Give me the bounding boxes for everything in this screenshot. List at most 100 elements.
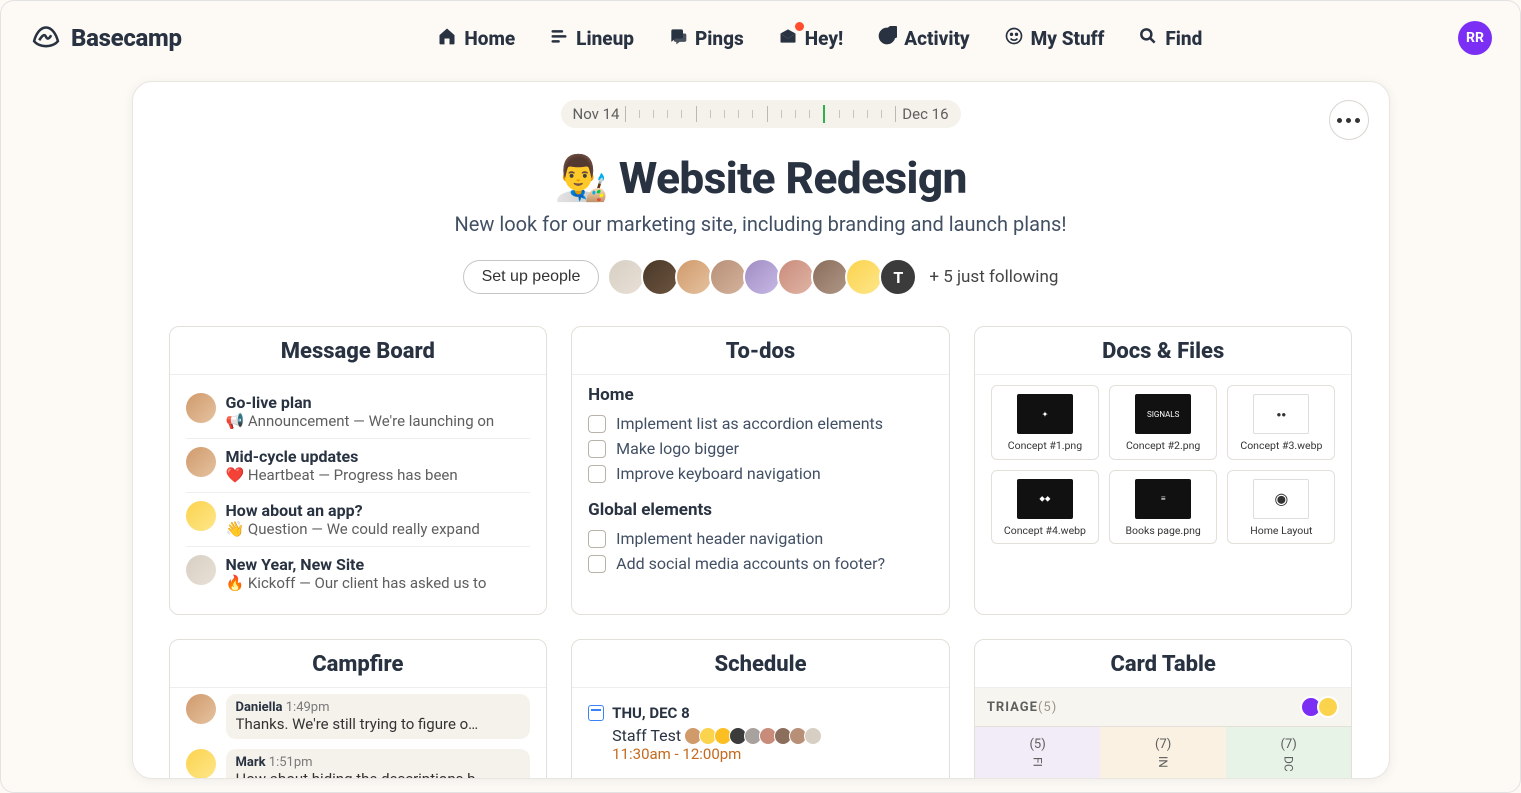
todo-item[interactable]: Implement header navigation bbox=[588, 526, 933, 551]
checkbox-icon[interactable] bbox=[588, 415, 606, 433]
checkbox-icon[interactable] bbox=[588, 555, 606, 573]
schedule-date: THU, DEC 8 bbox=[588, 704, 933, 722]
chat-message[interactable]: Mark 1:51pm How about hiding the descrip… bbox=[186, 749, 531, 779]
message-subtitle: 🔥 Kickoff — Our client has asked us to bbox=[226, 574, 531, 592]
doc-caption: Concept #1.png bbox=[996, 440, 1094, 453]
avatar-letter[interactable]: T bbox=[879, 258, 917, 296]
avatar[interactable] bbox=[811, 258, 849, 296]
topbar: Basecamp Home Lineup Pings Hey! Activity bbox=[1, 1, 1520, 75]
pings-icon bbox=[668, 26, 688, 51]
brand-name: Basecamp bbox=[71, 24, 182, 52]
doc-caption: Concept #4.webp bbox=[996, 525, 1094, 538]
card-column[interactable]: (7)IN bbox=[1100, 727, 1226, 779]
avatar[interactable] bbox=[845, 258, 883, 296]
nav-activity-label: Activity bbox=[904, 27, 969, 50]
card-column[interactable]: (5)FI bbox=[975, 727, 1101, 779]
nav-lineup-label: Lineup bbox=[576, 27, 634, 50]
timeline-pill[interactable]: Nov 14 Dec 16 bbox=[561, 100, 961, 128]
todo-item[interactable]: Implement list as accordion elements bbox=[588, 411, 933, 436]
people-row: Set up people T + 5 just following bbox=[169, 258, 1353, 296]
setup-people-button[interactable]: Set up people bbox=[463, 260, 600, 294]
card-column[interactable]: (7)DC bbox=[1226, 727, 1352, 779]
brand[interactable]: Basecamp bbox=[29, 19, 182, 57]
avatar[interactable] bbox=[607, 258, 645, 296]
project-title-text: Website Redesign bbox=[619, 152, 967, 204]
message-item[interactable]: Mid-cycle updates ❤️ Heartbeat — Progres… bbox=[186, 439, 531, 493]
todo-item[interactable]: Improve keyboard navigation bbox=[588, 461, 933, 486]
profile-avatar[interactable]: RR bbox=[1458, 21, 1492, 55]
doc-item[interactable]: ◉Home Layout bbox=[1227, 470, 1335, 545]
todo-group-name[interactable]: Home bbox=[588, 385, 933, 405]
doc-thumb-icon: ≡ bbox=[1135, 479, 1191, 519]
calendar-icon bbox=[588, 705, 604, 721]
message-title: Go-live plan bbox=[226, 393, 531, 412]
todo-group-name[interactable]: Global elements bbox=[588, 500, 933, 520]
nav-pings[interactable]: Pings bbox=[668, 26, 744, 51]
team-avatars[interactable]: T bbox=[611, 258, 917, 296]
nav-lineup[interactable]: Lineup bbox=[549, 26, 634, 51]
triage-count: (5) bbox=[1038, 700, 1057, 715]
todo-item[interactable]: Make logo bigger bbox=[588, 436, 933, 461]
nav-find-label: Find bbox=[1165, 27, 1202, 50]
todos-card[interactable]: To-dos Home Implement list as accordion … bbox=[571, 326, 950, 615]
doc-item[interactable]: ✦ Concept #1.png bbox=[991, 385, 1099, 460]
message-subtitle: 📢 Announcement — We're launching on bbox=[226, 412, 531, 430]
lineup-icon bbox=[549, 26, 569, 51]
more-options-button[interactable] bbox=[1329, 100, 1369, 140]
campfire-card[interactable]: Campfire Daniella 1:49pm Thanks. We're s… bbox=[169, 639, 548, 779]
docs-card[interactable]: Docs & Files ✦Concept #1.png SIGNALSConc… bbox=[974, 326, 1353, 615]
schedule-card[interactable]: Schedule THU, DEC 8 Staff Test bbox=[571, 639, 950, 779]
tools-grid: Message Board Go-live plan 📢 Announcemen… bbox=[169, 326, 1353, 779]
search-icon bbox=[1138, 26, 1158, 51]
avatar bbox=[186, 694, 216, 724]
project-emoji: 👨‍🎨 bbox=[554, 152, 608, 204]
nav-activity[interactable]: Activity bbox=[877, 26, 969, 51]
chat-text: How about hiding the descriptions b… bbox=[236, 770, 521, 779]
nav-pings-label: Pings bbox=[695, 27, 744, 50]
checkbox-icon[interactable] bbox=[588, 465, 606, 483]
nav-hey[interactable]: Hey! bbox=[778, 26, 843, 51]
doc-item[interactable]: ≡ Books page.png bbox=[1109, 470, 1217, 545]
avatar[interactable] bbox=[777, 258, 815, 296]
notification-dot bbox=[795, 22, 804, 31]
nav-mystuff[interactable]: My Stuff bbox=[1004, 26, 1105, 51]
doc-item[interactable]: ⬥⬥Concept #4.webp bbox=[991, 470, 1099, 545]
message-board-card[interactable]: Message Board Go-live plan 📢 Announcemen… bbox=[169, 326, 548, 615]
message-item[interactable]: Go-live plan 📢 Announcement — We're laun… bbox=[186, 385, 531, 439]
message-subtitle: 👋 Question — We could really expand bbox=[226, 520, 531, 538]
avatar[interactable] bbox=[709, 258, 747, 296]
basecamp-logo-icon bbox=[29, 19, 63, 57]
message-item[interactable]: How about an app? 👋 Question — We could … bbox=[186, 493, 531, 547]
schedule-title: Schedule bbox=[572, 640, 949, 688]
doc-caption: Concept #3.webp bbox=[1232, 440, 1330, 453]
chat-message[interactable]: Daniella 1:49pm Thanks. We're still tryi… bbox=[186, 694, 531, 739]
doc-item[interactable]: ●● Concept #3.webp bbox=[1227, 385, 1335, 460]
card-table-card[interactable]: Card Table TRIAGE(5) (5)FI (7)IN (7)DC bbox=[974, 639, 1353, 779]
nav-find[interactable]: Find bbox=[1138, 26, 1202, 51]
doc-thumb-icon: ●● bbox=[1253, 394, 1309, 434]
todo-item[interactable]: Add social media accounts on footer? bbox=[588, 551, 933, 576]
mystuff-icon bbox=[1004, 26, 1024, 51]
schedule-event-title: Staff Test bbox=[612, 726, 681, 745]
message-title: How about an app? bbox=[226, 501, 531, 520]
message-item[interactable]: New Year, New Site 🔥 Kickoff — Our clien… bbox=[186, 547, 531, 600]
avatar[interactable] bbox=[743, 258, 781, 296]
schedule-entry[interactable]: THU, DEC 8 Staff Test bbox=[588, 698, 933, 769]
message-board-title: Message Board bbox=[170, 327, 547, 375]
doc-caption: Books page.png bbox=[1114, 525, 1212, 538]
checkbox-icon[interactable] bbox=[588, 440, 606, 458]
avatar bbox=[186, 393, 216, 423]
event-attendees bbox=[687, 727, 822, 745]
doc-item[interactable]: SIGNALSConcept #2.png bbox=[1109, 385, 1217, 460]
campfire-title: Campfire bbox=[170, 640, 547, 688]
avatar[interactable] bbox=[641, 258, 679, 296]
doc-thumb-icon: ✦ bbox=[1017, 394, 1073, 434]
schedule-time: 11:30am - 12:00pm bbox=[612, 745, 933, 763]
triage-row[interactable]: TRIAGE(5) bbox=[975, 688, 1352, 727]
avatar bbox=[1317, 696, 1339, 718]
nav-home[interactable]: Home bbox=[437, 26, 515, 51]
app-frame: Basecamp Home Lineup Pings Hey! Activity bbox=[0, 0, 1521, 793]
nav-home-label: Home bbox=[464, 27, 515, 50]
avatar[interactable] bbox=[675, 258, 713, 296]
checkbox-icon[interactable] bbox=[588, 530, 606, 548]
